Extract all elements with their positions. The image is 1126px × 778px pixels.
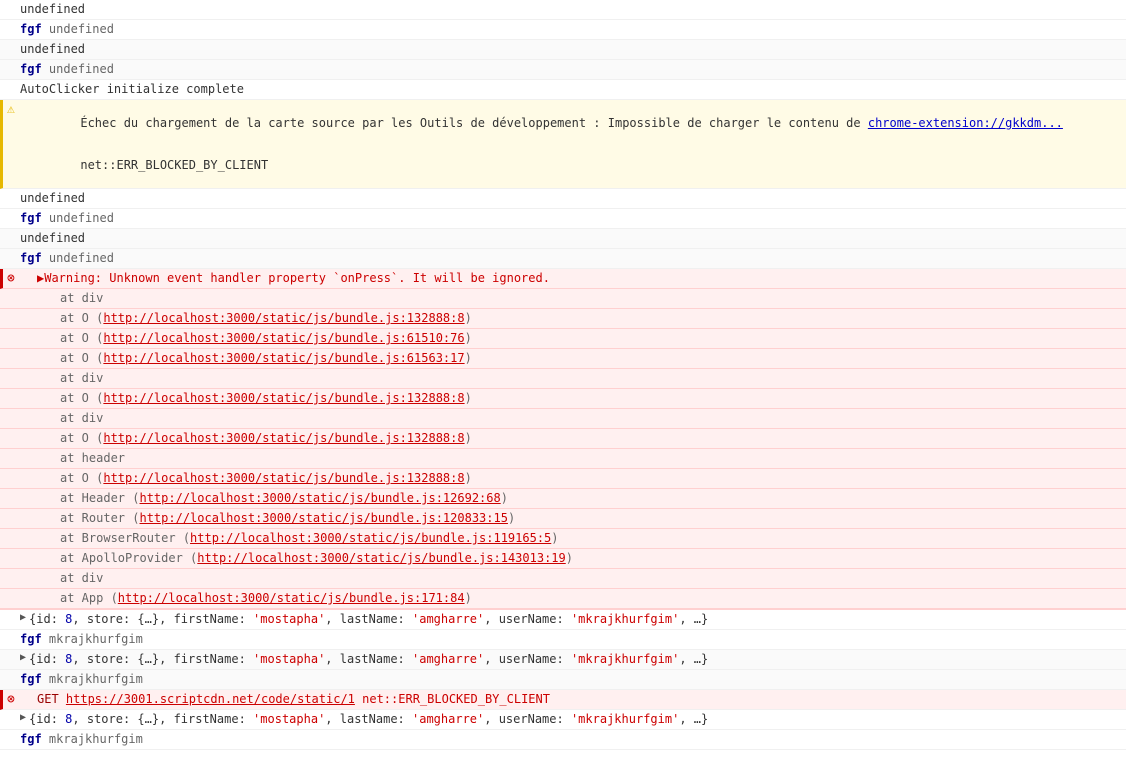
at-label: at O (	[60, 311, 103, 325]
console-row: fgf mkrajkhurfgim	[0, 630, 1126, 650]
stack-link[interactable]: http://localhost:3000/static/js/bundle.j…	[103, 331, 464, 345]
console-row: fgf undefined	[0, 249, 1126, 269]
console-text: undefined	[49, 22, 114, 36]
fgf-keyword: fgf	[20, 211, 42, 225]
stack-link[interactable]: http://localhost:3000/static/js/bundle.j…	[103, 351, 464, 365]
at-label: at O (	[60, 471, 103, 485]
get-label: GET	[23, 692, 66, 706]
stack-row: at div	[0, 369, 1126, 389]
console-text: undefined	[20, 2, 85, 16]
obj-row: ▶ {id: 8, store: {…}, firstName: 'mostap…	[0, 610, 1126, 630]
console-row: fgf undefined	[0, 20, 1126, 40]
stack-link[interactable]: http://localhost:3000/static/js/bundle.j…	[190, 531, 551, 545]
console-text: undefined	[20, 231, 85, 245]
stack-link[interactable]: http://localhost:3000/static/js/bundle.j…	[139, 491, 500, 505]
stack-row: at O (http://localhost:3000/static/js/bu…	[0, 309, 1126, 329]
stack-row: at div	[0, 289, 1126, 309]
warning-link[interactable]: chrome-extension://gkkdm...	[868, 116, 1063, 130]
get-error-text: net::ERR_BLOCKED_BY_CLIENT	[355, 692, 550, 706]
stack-row: at header	[0, 449, 1126, 469]
stack-row: at BrowserRouter (http://localhost:3000/…	[0, 529, 1126, 549]
stack-link[interactable]: http://localhost:3000/static/js/bundle.j…	[103, 431, 464, 445]
at-label: at App (	[60, 591, 118, 605]
stack-link[interactable]: http://localhost:3000/static/js/bundle.j…	[197, 551, 565, 565]
console-text: mkrajkhurfgim	[49, 672, 143, 686]
stack-link[interactable]: http://localhost:3000/static/js/bundle.j…	[103, 471, 464, 485]
stack-link[interactable]: http://localhost:3000/static/js/bundle.j…	[103, 311, 464, 325]
at-label: at Header (	[60, 491, 139, 505]
at-label: at div	[60, 371, 103, 385]
console-text: undefined	[20, 191, 85, 205]
obj-text: {id: 8, store: {…}, firstName: 'mostapha…	[29, 652, 708, 666]
fgf-keyword: fgf	[20, 632, 42, 646]
at-label: at BrowserRouter (	[60, 531, 190, 545]
stack-row: at O (http://localhost:3000/static/js/bu…	[0, 429, 1126, 449]
console-text: undefined	[49, 251, 114, 265]
warning-icon: ⚠	[7, 102, 15, 117]
stack-row: at O (http://localhost:3000/static/js/bu…	[0, 389, 1126, 409]
console-text: mkrajkhurfgim	[49, 732, 143, 746]
stack-row: at ApolloProvider (http://localhost:3000…	[0, 549, 1126, 569]
stack-row: at Header (http://localhost:3000/static/…	[0, 489, 1126, 509]
console-row: AutoClicker initialize complete	[0, 80, 1126, 100]
stack-row: at div	[0, 569, 1126, 589]
fgf-keyword: fgf	[20, 672, 42, 686]
at-label: at header	[60, 451, 125, 465]
console-text: undefined	[20, 42, 85, 56]
at-label: at O (	[60, 351, 103, 365]
obj-text: {id: 8, store: {…}, firstName: 'mostapha…	[29, 712, 708, 726]
error-icon: ⊗	[7, 271, 15, 286]
fgf-keyword: fgf	[20, 251, 42, 265]
get-error-row: ⊗ GET https://3001.scriptcdn.net/code/st…	[0, 690, 1126, 710]
at-label: at Router (	[60, 511, 139, 525]
at-label: at O (	[60, 431, 103, 445]
stack-row: at O (http://localhost:3000/static/js/bu…	[0, 349, 1126, 369]
stack-row: at O (http://localhost:3000/static/js/bu…	[0, 469, 1126, 489]
stack-row: at Router (http://localhost:3000/static/…	[0, 509, 1126, 529]
console-row: undefined	[0, 0, 1126, 20]
expand-icon[interactable]: ▶	[20, 612, 26, 623]
console-row: undefined	[0, 40, 1126, 60]
get-link[interactable]: https://3001.scriptcdn.net/code/static/1	[66, 692, 355, 706]
stack-link[interactable]: http://localhost:3000/static/js/bundle.j…	[139, 511, 507, 525]
console-row: undefined	[0, 229, 1126, 249]
console-row: fgf mkrajkhurfgim	[0, 670, 1126, 690]
error-block: ⊗ ▶ Warning: Unknown event handler prope…	[0, 269, 1126, 610]
autoclicker-text: AutoClicker initialize complete	[20, 82, 244, 96]
obj-row: ▶ {id: 8, store: {…}, firstName: 'mostap…	[0, 710, 1126, 730]
warning-text: Échec du chargement de la carte source p…	[80, 116, 867, 130]
warning-row: ⚠ Échec du chargement de la carte source…	[0, 100, 1126, 189]
stack-row: at O (http://localhost:3000/static/js/bu…	[0, 329, 1126, 349]
warning-suffix: net::ERR_BLOCKED_BY_CLIENT	[80, 158, 268, 172]
at-label: at O (	[60, 331, 103, 345]
at-label: at div	[60, 291, 103, 305]
console-text: undefined	[49, 62, 114, 76]
at-label: at ApolloProvider (	[60, 551, 197, 565]
error-message: Warning: Unknown event handler property …	[44, 271, 550, 285]
expand-arrow[interactable]: ▶	[23, 271, 44, 285]
console-text: mkrajkhurfgim	[49, 632, 143, 646]
at-label: at div	[60, 571, 103, 585]
at-label: at div	[60, 411, 103, 425]
expand-icon[interactable]: ▶	[20, 712, 26, 723]
obj-text: {id: 8, store: {…}, firstName: 'mostapha…	[29, 612, 708, 626]
stack-row: at App (http://localhost:3000/static/js/…	[0, 589, 1126, 609]
stack-link[interactable]: http://localhost:3000/static/js/bundle.j…	[118, 591, 465, 605]
fgf-keyword: fgf	[20, 62, 42, 76]
fgf-keyword: fgf	[20, 22, 42, 36]
console-row: fgf undefined	[0, 209, 1126, 229]
console-row: fgf mkrajkhurfgim	[0, 730, 1126, 750]
fgf-keyword: fgf	[20, 732, 42, 746]
stack-row: at div	[0, 409, 1126, 429]
console-row: fgf undefined	[0, 60, 1126, 80]
error-header-row: ⊗ ▶ Warning: Unknown event handler prope…	[0, 269, 1126, 289]
console-text: undefined	[49, 211, 114, 225]
stack-link[interactable]: http://localhost:3000/static/js/bundle.j…	[103, 391, 464, 405]
console-row: undefined	[0, 189, 1126, 209]
error-icon: ⊗	[7, 692, 15, 707]
obj-row: ▶ {id: 8, store: {…}, firstName: 'mostap…	[0, 650, 1126, 670]
at-label: at O (	[60, 391, 103, 405]
expand-icon[interactable]: ▶	[20, 652, 26, 663]
console-output: undefined fgf undefined undefined fgf un…	[0, 0, 1126, 750]
